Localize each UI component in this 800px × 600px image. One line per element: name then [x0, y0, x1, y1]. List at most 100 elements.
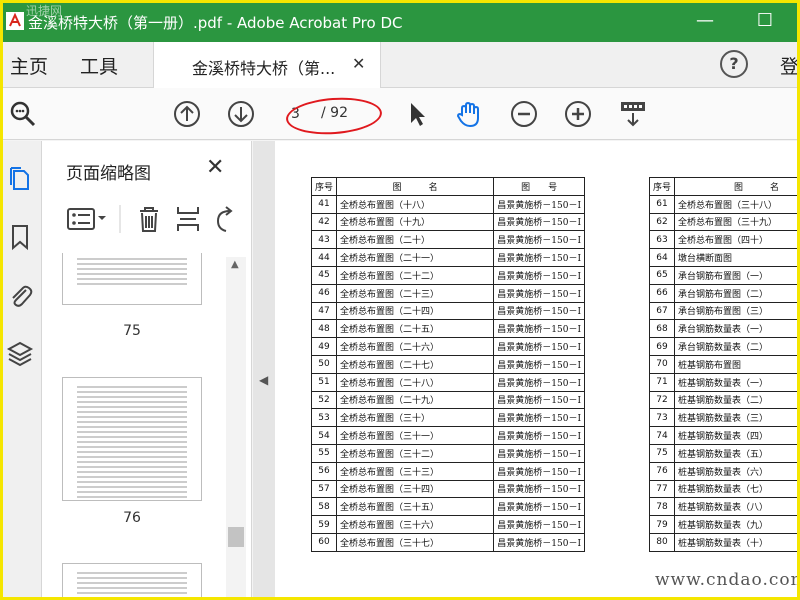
table-row: 71 桩基钢筋数量表（一）: [648, 372, 800, 392]
cell-name: 桩基钢筋数量表（七）: [674, 479, 800, 499]
table-row: 68 承台钢筋数量表（一）: [648, 319, 800, 339]
scrollbar-thumb[interactable]: [228, 527, 244, 547]
table-row: 76 桩基钢筋数量表（六）: [648, 461, 800, 481]
delete-icon[interactable]: [140, 207, 158, 232]
tab-tools[interactable]: 工具: [80, 52, 118, 79]
zoom-out-icon[interactable]: [509, 99, 539, 129]
scroll-mode-icon[interactable]: [618, 99, 648, 129]
table-row: 57 全桥总布置图（三十四） 昌景黄施桥－150－Ⅰ: [310, 479, 585, 499]
table-row: 51 全桥总布置图（二十八） 昌景黄施桥－150－Ⅰ: [310, 372, 585, 392]
cell-name: 桩基钢筋数量表（五）: [674, 443, 800, 463]
help-icon[interactable]: ?: [720, 50, 748, 78]
cell-name: 全桥总布置图（二十五）: [336, 319, 495, 339]
tab-home[interactable]: 主页: [10, 52, 48, 79]
cell-name: 全桥总布置图（二十一）: [336, 248, 495, 267]
zoom-in-icon[interactable]: [563, 99, 593, 129]
cell-code: 昌景黄施桥－150－Ⅰ: [493, 212, 585, 232]
table-row: 54 全桥总布置图（三十一） 昌景黄施桥－150－Ⅰ: [310, 426, 585, 445]
cell-name: 全桥总布置图（二十）: [336, 230, 495, 250]
cell-code: 昌景黄施桥－150－Ⅰ: [493, 497, 585, 517]
page-thumbnails-icon[interactable]: [6, 165, 34, 193]
cell-code: 昌景黄施桥－150－Ⅰ: [493, 461, 585, 481]
thumbnail-label: 75: [123, 323, 141, 339]
select-cursor-icon[interactable]: [402, 99, 432, 129]
table-row: 79 桩基钢筋数量表（九）: [648, 515, 800, 534]
header-code: 图 号: [493, 177, 585, 196]
table-row: 78 桩基钢筋数量表（八）: [648, 497, 800, 517]
rotate-icon[interactable]: [216, 206, 233, 232]
table-row: 50 全桥总布置图（二十七） 昌景黄施桥－150－Ⅰ: [310, 354, 585, 374]
cell-seq: 59: [310, 515, 338, 534]
header-seq: 序号: [648, 177, 676, 196]
next-page-icon[interactable]: [226, 99, 256, 129]
options-menu-icon[interactable]: [67, 208, 106, 230]
cell-code: 昌景黄施桥－150－Ⅰ: [493, 532, 585, 552]
title-bar: 迅捷网 金溪桥特大桥（第一册）.pdf - Adobe Acrobat Pro …: [0, 0, 800, 42]
page-thumbnail[interactable]: [62, 563, 202, 600]
panel-collapse-handle[interactable]: ◀: [253, 141, 275, 600]
site-watermark: www.cndao.com: [655, 570, 800, 590]
toolbar: [0, 88, 800, 140]
cell-seq: 63: [648, 230, 676, 250]
header-seq: 序号: [310, 177, 338, 196]
cell-name: 全桥总布置图（二十四）: [336, 301, 495, 321]
cell-code: 昌景黄施桥－150－Ⅰ: [493, 301, 585, 321]
cell-name: 承台钢筋布置图（三）: [674, 301, 800, 321]
page-thumbnail[interactable]: [62, 377, 202, 501]
table-row: 53 全桥总布置图（三十） 昌景黄施桥－150－Ⅰ: [310, 408, 585, 428]
thumbnail-scrollbar[interactable]: ▲: [226, 257, 246, 600]
cell-seq: 50: [310, 354, 338, 374]
cell-name: 承台钢筋数量表（二）: [674, 337, 800, 356]
cell-seq: 74: [648, 426, 676, 445]
cell-seq: 52: [310, 390, 338, 410]
cell-code: 昌景黄施桥－150－Ⅰ: [493, 194, 585, 214]
page-thumbnail[interactable]: [62, 253, 202, 305]
table-row: 58 全桥总布置图（三十五） 昌景黄施桥－150－Ⅰ: [310, 497, 585, 517]
cell-seq: 70: [648, 354, 676, 374]
cell-code: 昌景黄施桥－150－Ⅰ: [493, 230, 585, 250]
cell-name: 全桥总布置图（十九）: [336, 212, 495, 232]
cell-name: 桩基钢筋数量表（十）: [674, 532, 800, 552]
close-panel-icon[interactable]: ✕: [206, 155, 224, 180]
cell-code: 昌景黄施桥－150－Ⅰ: [493, 479, 585, 499]
header-name: 图 名: [674, 177, 800, 196]
insert-page-icon[interactable]: [177, 207, 199, 231]
cell-seq: 67: [648, 301, 676, 321]
cell-name: 全桥总布置图（三十七）: [336, 532, 495, 552]
document-view[interactable]: 序号 图 名 图 号 41 全桥总布置图（十八） 昌景黄施桥－150－Ⅰ 42 全桥总布…: [275, 141, 800, 600]
zoom-search-icon[interactable]: [8, 99, 38, 129]
table-row: 43 全桥总布置图（二十） 昌景黄施桥－150－Ⅰ: [310, 230, 585, 250]
cell-seq: 65: [648, 265, 676, 285]
scroll-up-icon[interactable]: ▲: [231, 259, 239, 270]
maximize-icon[interactable]: ☐: [752, 8, 778, 34]
minimize-icon[interactable]: —: [692, 8, 718, 34]
table-row: 47 全桥总布置图（二十四） 昌景黄施桥－150－Ⅰ: [310, 301, 585, 321]
cell-name: 承台钢筋布置图（一）: [674, 265, 800, 285]
hand-tool-icon[interactable]: [454, 99, 484, 129]
bookmark-icon[interactable]: [6, 223, 34, 251]
tab-document[interactable]: 金溪桥特大桥（第... ✕: [153, 42, 381, 89]
layers-icon[interactable]: [6, 339, 34, 367]
table-row: 46 全桥总布置图（二十三） 昌景黄施桥－150－Ⅰ: [310, 283, 585, 303]
table-row: 49 全桥总布置图（二十六） 昌景黄施桥－150－Ⅰ: [310, 337, 585, 356]
index-table-right: 序号 图 名 61 全桥总布置图（三十八） 62 全桥总布置图（三十九） 63 全桥总布置…: [648, 177, 800, 552]
panel-title: 页面缩略图: [66, 164, 151, 184]
previous-page-icon[interactable]: [172, 99, 202, 129]
cell-seq: 58: [310, 497, 338, 517]
attachment-icon[interactable]: [6, 281, 34, 309]
table-row: 65 承台钢筋布置图（一）: [648, 265, 800, 285]
tab-bar: 主页 工具 金溪桥特大桥（第... ✕ ? 登: [0, 42, 800, 89]
acrobat-icon: [6, 12, 24, 30]
cell-code: 昌景黄施桥－150－Ⅰ: [493, 426, 585, 445]
cell-seq: 62: [648, 212, 676, 232]
cell-seq: 71: [648, 372, 676, 392]
cell-seq: 44: [310, 248, 338, 267]
cell-seq: 54: [310, 426, 338, 445]
table-row: 80 桩基钢筋数量表（十）: [648, 532, 800, 552]
sign-in-button[interactable]: 登: [780, 52, 799, 79]
close-tab-icon[interactable]: ✕: [352, 54, 365, 73]
cell-code: 昌景黄施桥－150－Ⅰ: [493, 372, 585, 392]
cell-name: 桩基钢筋数量表（一）: [674, 372, 800, 392]
cell-seq: 43: [310, 230, 338, 250]
cell-seq: 61: [648, 194, 676, 214]
